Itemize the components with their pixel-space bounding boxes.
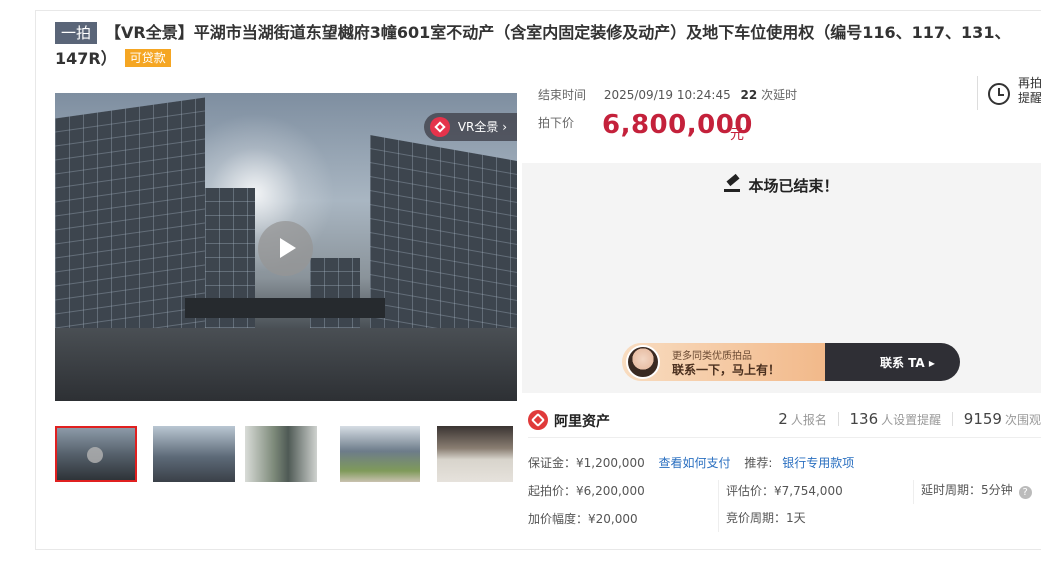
view-label: 次围观 — [1004, 413, 1041, 427]
contact-banner[interactable]: 更多同类优质拍品 联系一下，马上有！ 联系 TA ▸ — [622, 343, 960, 381]
alarm-clock-icon — [988, 83, 1010, 105]
bid-period: 竞价周期：1天 — [726, 511, 806, 525]
gate-canopy — [185, 298, 385, 318]
thumbnail-1[interactable] — [55, 426, 137, 482]
round-badge: 一拍 — [55, 22, 98, 44]
view-count: 9159 — [963, 410, 1002, 428]
remind-label: 再拍提醒 — [1018, 76, 1041, 105]
deposit-value: 保证金：¥1,200,000 — [528, 456, 645, 470]
how-to-pay-link[interactable]: 查看如何支付 — [659, 456, 731, 470]
avatar — [626, 345, 660, 379]
delay-count: 22 — [740, 88, 758, 102]
thumbnail-4[interactable] — [340, 426, 420, 482]
page-title: 一拍 【VR全景】平湖市当湖街道东望樾府3幢601室不动产（含室内固定装修及动产）… — [55, 20, 1030, 72]
price-unit: 元 — [730, 127, 744, 143]
delay-period-value: 延时周期：5分钟 — [921, 483, 1013, 497]
banner-line2: 联系一下，马上有！ — [672, 363, 781, 377]
ground-plaza — [55, 328, 517, 401]
org-stats-row: 阿里资产 2 人报名 136 人设置提醒 9159 次围观 — [528, 408, 1041, 438]
vr-panorama-button[interactable]: VR全景 › — [423, 113, 517, 141]
main-property-image[interactable]: VR全景 › — [55, 93, 517, 401]
end-time-row: 结束时间 2025/09/19 10:24:45 22 次延时 — [538, 86, 797, 103]
reminder-count: 136 — [849, 410, 879, 428]
contact-ta-button[interactable]: 联系 TA ▸ — [880, 354, 935, 371]
building-left — [55, 97, 205, 349]
deposit-row: 保证金：¥1,200,000 查看如何支付 推荐: 银行专用款项 — [528, 454, 854, 471]
ali-assets-logo-icon — [528, 410, 548, 430]
thumbnail-3[interactable] — [245, 426, 317, 482]
divider — [718, 480, 719, 532]
vr-label: VR全景 › — [457, 120, 507, 134]
gavel-icon — [724, 177, 741, 193]
end-time-label: 结束时间 — [538, 88, 587, 102]
auction-stats: 2 人报名 136 人设置提醒 9159 次围观 — [778, 410, 1041, 428]
help-icon[interactable]: ? — [1018, 486, 1032, 499]
reminder-label: 人设置提醒 — [881, 413, 942, 427]
play-icon[interactable] — [258, 221, 313, 276]
thumbnail-strip — [55, 426, 525, 484]
title-text: 【VR全景】平湖市当湖街道东望樾府3幢601室不动产（含室内固定装修及动产）及地… — [55, 23, 1011, 68]
status-text: 本场已结束！ — [748, 177, 839, 195]
signup-count: 2 — [778, 410, 788, 428]
thumbnail-2[interactable] — [153, 426, 235, 482]
org-name[interactable]: 阿里资产 — [554, 411, 610, 431]
bank-funds-link[interactable]: 银行专用款项 — [782, 456, 854, 470]
delay-period: 延时周期：5分钟? — [921, 481, 1032, 499]
signup-label: 人报名 — [790, 413, 827, 427]
start-price: 起拍价：¥6,200,000 — [528, 484, 645, 498]
bid-increment: 加价幅度：¥20,000 — [528, 512, 638, 526]
auction-ended-text: 本场已结束！ — [522, 175, 1041, 196]
price-label: 拍下价 — [538, 116, 575, 130]
recommend-label: 推荐: — [744, 456, 773, 470]
banner-line1: 更多同类优质拍品 — [672, 351, 752, 362]
final-price-row: 拍下价 6,800,000 元 — [538, 110, 752, 143]
divider — [913, 480, 914, 504]
delay-suffix: 次延时 — [761, 88, 798, 102]
remind-button[interactable]: 再拍提醒 — [977, 76, 1041, 110]
end-time-value: 2025/09/19 10:24:45 — [603, 88, 731, 102]
vr-icon — [429, 117, 450, 137]
thumbnail-5[interactable] — [437, 426, 513, 482]
loan-badge: 可贷款 — [124, 49, 171, 67]
appraisal-price: 评估价：¥7,754,000 — [726, 484, 843, 498]
